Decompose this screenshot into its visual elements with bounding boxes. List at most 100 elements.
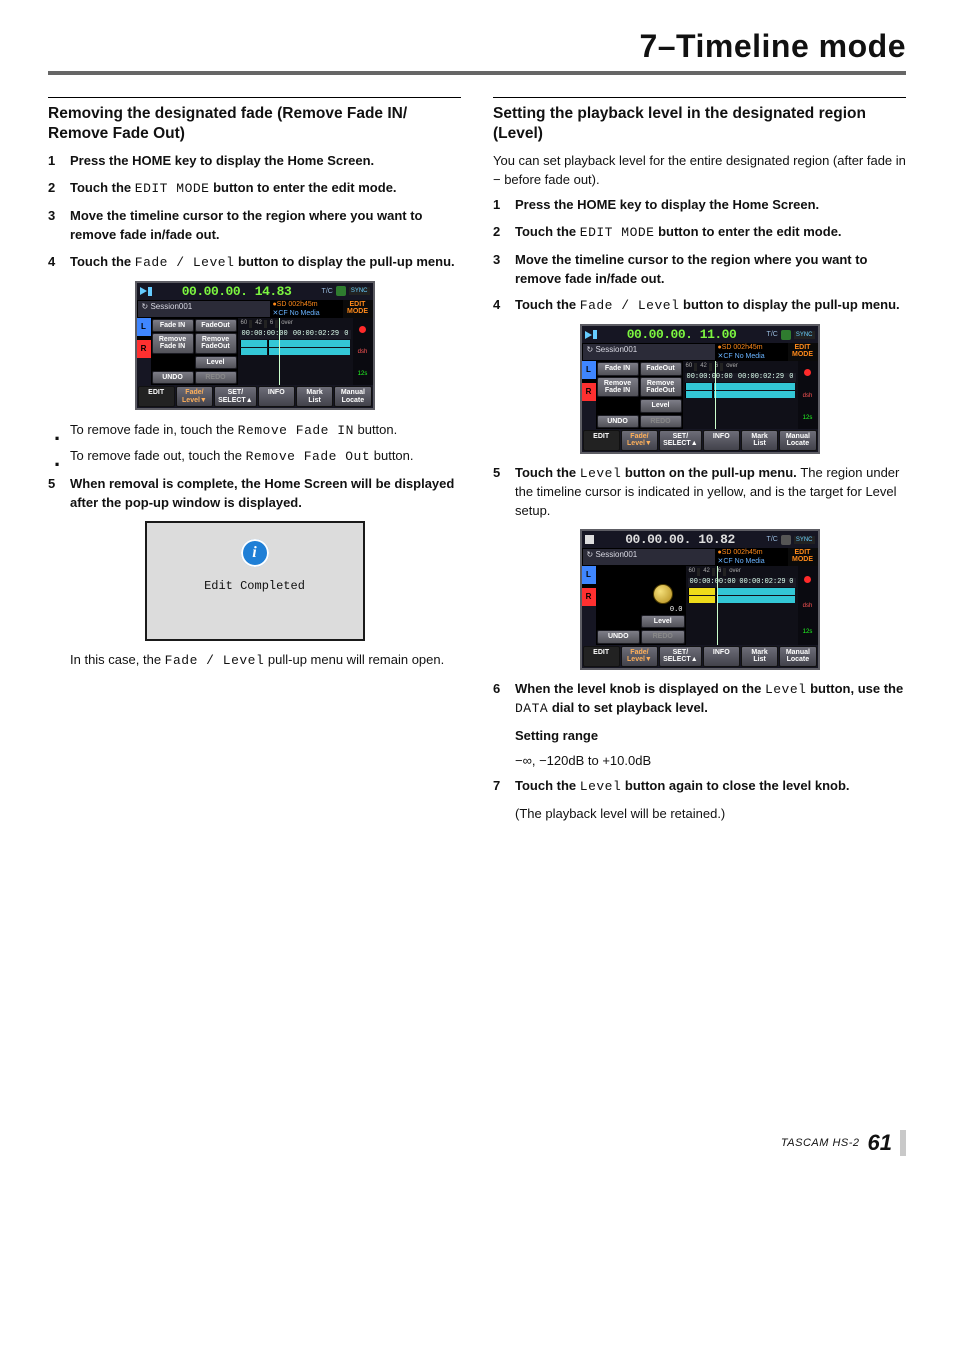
setting-range-value: −∞, −120dB to +10.0dB <box>515 752 906 771</box>
left-column: Removing the designated fade (Remove Fad… <box>48 97 461 830</box>
level-button[interactable]: Level <box>195 356 237 369</box>
undo-button[interactable]: UNDO <box>597 415 639 428</box>
bottom-mark-list-button[interactable]: MarkList <box>296 386 333 407</box>
device-screenshot-level-knob: 00.00.00. 10.82 T/C SYNC ↻ Session001 ●S… <box>580 529 820 669</box>
level-knob[interactable] <box>653 584 673 604</box>
tc-label: T/C <box>767 536 778 543</box>
rate-label: 12s <box>803 415 813 421</box>
footer-model: TASCAM HS-2 <box>781 1137 860 1149</box>
bottom-mark-list-button[interactable]: MarkList <box>741 646 778 667</box>
play-icon <box>585 331 592 339</box>
remove-fadein-button[interactable]: RemoveFade IN <box>597 377 639 398</box>
bottom-fade-level-button[interactable]: Fade/Level▼ <box>621 430 658 451</box>
r-step-6: When the level knob is displayed on the … <box>493 680 906 720</box>
step-1: Press the HOME key to display the Home S… <box>48 152 461 171</box>
r-step-1: Press the HOME key to display the Home S… <box>493 196 906 215</box>
sync-label: SYNC <box>794 536 815 544</box>
sd-info: ●SD 002h45m <box>716 343 788 352</box>
bullet-remove-fadeout: To remove fade out, touch the Remove Fad… <box>48 446 461 467</box>
level-button-active[interactable]: Level <box>641 615 685 628</box>
section-heading-level: Setting the playback level in the design… <box>493 97 906 144</box>
bottom-info-button[interactable]: INFO <box>258 386 295 407</box>
play-icon <box>140 287 147 295</box>
bottom-edit-button[interactable]: EDIT <box>583 646 620 667</box>
cf-info: ✕CF No Media <box>716 352 788 361</box>
after-note: In this case, the Fade / Level pull-up m… <box>70 651 461 671</box>
footer-bar-decoration <box>900 1130 906 1156</box>
session-name: ↻ Session001 <box>137 300 271 318</box>
step-7-note: (The playback level will be retained.) <box>515 805 906 824</box>
bottom-manual-locate-button[interactable]: ManualLocate <box>334 386 371 407</box>
footer-page-number: 61 <box>868 1130 892 1156</box>
r-step-5: Touch the Level button on the pull-up me… <box>493 464 906 522</box>
sd-info: ●SD 002h45m <box>271 300 343 309</box>
channel-l-label: L <box>582 361 596 379</box>
step-5: When removal is complete, the Home Scree… <box>48 475 461 513</box>
dsh-label: dsh <box>803 393 813 399</box>
bottom-fade-level-button[interactable]: Fade/Level▼ <box>621 646 658 667</box>
info-icon: i <box>241 539 269 567</box>
level-button[interactable]: Level <box>640 399 682 412</box>
timeline-track: 60426over 00:00:00:0000:00:02:290 <box>686 566 798 645</box>
sync-label: SYNC <box>794 331 815 339</box>
bottom-manual-locate-button[interactable]: ManualLocate <box>779 430 816 451</box>
record-dot-icon <box>804 576 811 583</box>
channel-l-label: L <box>582 566 596 584</box>
edit-mode-indicator: EDITMODE <box>343 300 373 318</box>
fadeout-button[interactable]: FadeOut <box>640 362 682 375</box>
page-title: 7–Timeline mode <box>48 28 906 65</box>
step-4: Touch the Fade / Level button to display… <box>48 253 461 273</box>
remove-fadein-button[interactable]: RemoveFade IN <box>152 333 194 354</box>
r-step-7: Touch the Level button again to close th… <box>493 777 906 797</box>
bottom-edit-button[interactable]: EDIT <box>583 430 620 451</box>
record-dot-icon <box>804 369 811 376</box>
bottom-mark-list-button[interactable]: MarkList <box>741 430 778 451</box>
edit-mode-indicator: EDITMODE <box>788 343 818 361</box>
bottom-set-select-button[interactable]: SET/SELECT▲ <box>659 646 702 667</box>
cf-info: ✕CF No Media <box>271 309 343 318</box>
bottom-edit-button[interactable]: EDIT <box>138 386 175 407</box>
bottom-fade-level-button[interactable]: Fade/Level▼ <box>176 386 213 407</box>
device-screenshot-fade-menu-2: 00.00.00. 11.00 T/C SYNC ↻ Session001 ●S… <box>580 324 820 453</box>
device-screenshot-fade-menu: 00.00.00. 14.83 T/C SYNC ↻ Session001 ●S… <box>135 281 375 410</box>
bottom-info-button[interactable]: INFO <box>703 430 740 451</box>
channel-r-label: R <box>137 340 151 358</box>
step-3: Move the timeline cursor to the region w… <box>48 207 461 245</box>
remove-fadeout-button[interactable]: RemoveFadeOut <box>640 377 682 398</box>
channel-l-label: L <box>137 318 151 336</box>
fadein-button[interactable]: Fade IN <box>152 319 194 332</box>
channel-r-label: R <box>582 588 596 606</box>
rate-label: 12s <box>803 629 813 635</box>
sd-info: ●SD 002h45m <box>716 548 788 557</box>
setting-range-title: Setting range <box>515 727 906 746</box>
redo-button[interactable]: REDO <box>640 415 682 428</box>
dsh-label: dsh <box>803 603 813 609</box>
stop-icon <box>585 535 594 544</box>
tc-label: T/C <box>767 331 778 338</box>
session-name: ↻ Session001 <box>582 343 716 361</box>
edit-completed-text: Edit Completed <box>204 579 305 593</box>
status-dot-green <box>336 286 346 296</box>
right-column: Setting the playback level in the design… <box>493 97 906 830</box>
redo-button[interactable]: REDO <box>641 630 685 643</box>
remove-fadeout-button[interactable]: RemoveFadeOut <box>195 333 237 354</box>
sync-label: SYNC <box>349 287 370 295</box>
bottom-info-button[interactable]: INFO <box>703 646 740 667</box>
undo-button[interactable]: UNDO <box>152 371 194 384</box>
fadein-button[interactable]: Fade IN <box>597 362 639 375</box>
timecode-display: 00.00.00. 14.83 <box>155 285 319 298</box>
undo-button[interactable]: UNDO <box>597 630 641 643</box>
step-2: Touch the EDIT MODE button to enter the … <box>48 179 461 199</box>
bottom-set-select-button[interactable]: SET/SELECT▲ <box>659 430 702 451</box>
redo-button[interactable]: REDO <box>195 371 237 384</box>
dsh-label: dsh <box>358 349 368 355</box>
r-step-3: Move the timeline cursor to the region w… <box>493 251 906 289</box>
bottom-manual-locate-button[interactable]: ManualLocate <box>779 646 816 667</box>
bottom-set-select-button[interactable]: SET/SELECT▲ <box>214 386 257 407</box>
fadeout-button[interactable]: FadeOut <box>195 319 237 332</box>
timeline-track: 60426over 00:00:00:0000:00:02:290 <box>238 318 353 386</box>
cf-info: ✕CF No Media <box>716 557 788 566</box>
channel-r-label: R <box>582 383 596 401</box>
rate-label: 12s <box>358 371 368 377</box>
bullet-remove-fadein: To remove fade in, touch the Remove Fade… <box>48 420 461 441</box>
